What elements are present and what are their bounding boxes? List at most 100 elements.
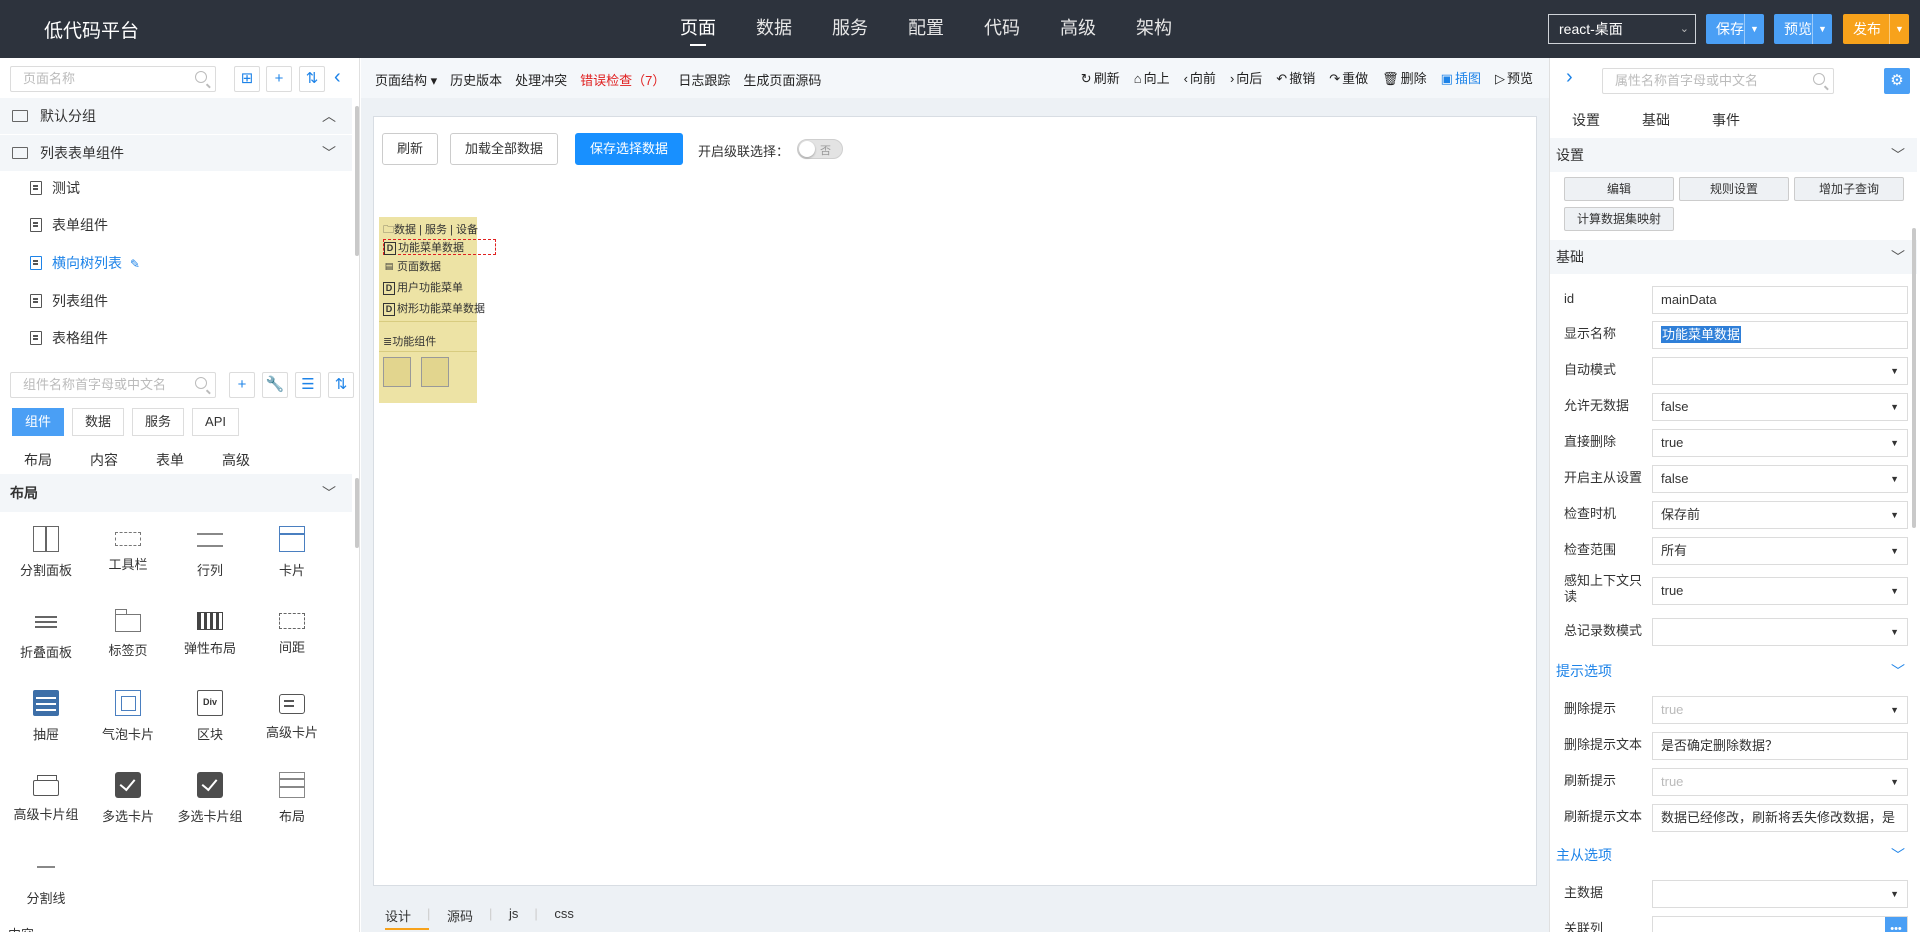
collapse-right-icon[interactable]: ›	[1566, 66, 1573, 89]
add-component-button[interactable]: +	[229, 372, 255, 398]
data-item-page-data[interactable]: ▤ 页面数据	[383, 259, 441, 275]
property-search-input[interactable]: 属性名称首字母或中文名	[1602, 68, 1834, 94]
component-toolbar[interactable]: 工具栏	[87, 526, 169, 573]
history-version-button[interactable]: 历史版本	[450, 70, 502, 89]
resolve-conflict-button[interactable]: 处理冲突	[515, 70, 567, 89]
prop-master-data-select[interactable]: ▼	[1652, 880, 1908, 908]
generate-source-button[interactable]: 生成页面源码	[743, 70, 821, 89]
group-list-form[interactable]: 列表表单组件 ﹀	[0, 135, 352, 171]
prop-auto-mode-select[interactable]: ▼	[1652, 357, 1908, 385]
delete-tool[interactable]: 🗑 删除	[1382, 68, 1427, 87]
tab-components[interactable]: 组件	[12, 408, 65, 436]
page-tree-scrollbar[interactable]	[355, 106, 359, 256]
tab-events[interactable]: 事件	[1712, 110, 1740, 130]
list-order-button[interactable]: ☰	[295, 372, 321, 398]
nav-item-advanced[interactable]: 高级	[1040, 0, 1116, 58]
subtab-form[interactable]: 表单	[156, 450, 222, 470]
component-tabs[interactable]: 标签页	[87, 608, 169, 659]
prop-id-input[interactable]: mainData	[1652, 286, 1908, 314]
collapse-left-icon[interactable]: ‹	[334, 66, 341, 89]
backward-tool[interactable]: › 向后	[1230, 68, 1262, 87]
load-all-data-button[interactable]: 加载全部数据	[450, 133, 559, 165]
component-collapse-panel[interactable]: 折叠面板	[5, 608, 87, 661]
component-popover-card[interactable]: 气泡卡片	[87, 690, 169, 743]
tab-data[interactable]: 数据	[72, 408, 125, 436]
nav-item-config[interactable]: 配置	[888, 0, 964, 58]
page-item-horizontal-tree[interactable]: 横向树列表 ✎	[30, 251, 140, 275]
tab-settings[interactable]: 设置	[1572, 110, 1600, 130]
save-selected-data-button[interactable]: 保存选择数据	[575, 133, 684, 165]
tab-api[interactable]: API	[192, 408, 240, 436]
component-checkbox-card-group[interactable]: 多选卡片组	[169, 772, 251, 825]
rule-settings-button[interactable]: 规则设置	[1679, 177, 1789, 201]
component-block[interactable]: Div 区块	[169, 690, 251, 743]
add-subquery-button[interactable]: 增加子查询	[1794, 177, 1904, 201]
component-split-panel[interactable]: 分割面板	[5, 526, 87, 579]
search-component-icon[interactable]	[383, 357, 411, 387]
component-spacing[interactable]: 间距	[251, 608, 333, 656]
nav-item-service[interactable]: 服务	[812, 0, 888, 58]
data-item-function-menu[interactable]: D 功能菜单数据	[383, 239, 496, 255]
caret-down-icon[interactable]: ▼	[1812, 14, 1832, 44]
wrench-button[interactable]: 🔧	[262, 372, 288, 398]
save-button[interactable]: 保存 ▼	[1706, 14, 1764, 44]
preview-tool[interactable]: ▷ 预览	[1495, 68, 1533, 87]
component-advanced-card-group[interactable]: 高级卡片组	[5, 772, 87, 823]
prop-allow-empty-select[interactable]: false ▼	[1652, 393, 1908, 421]
settings-gear-button[interactable]: ⚙	[1884, 68, 1910, 94]
add-page-button[interactable]: +	[266, 66, 292, 92]
nav-item-architecture[interactable]: 架构	[1116, 0, 1192, 58]
insert-image-tool[interactable]: ▣ 插图	[1441, 68, 1481, 87]
section-content-header[interactable]: 内容	[8, 924, 34, 932]
prop-check-timing-select[interactable]: 保存前 ▼	[1652, 501, 1908, 529]
preview-button[interactable]: 预览 ▼	[1774, 14, 1832, 44]
compute-dataset-mapping-button[interactable]: 计算数据集映射	[1564, 207, 1674, 231]
prop-context-readonly-select[interactable]: true ▼	[1652, 577, 1908, 605]
sort-components-button[interactable]: ⇅	[328, 372, 354, 398]
subtab-advanced[interactable]: 高级	[222, 450, 288, 470]
tab-basic[interactable]: 基础	[1642, 110, 1670, 130]
tab-source[interactable]: 源码	[427, 906, 491, 930]
nav-item-code[interactable]: 代码	[964, 0, 1040, 58]
component-flex-layout[interactable]: 弹性布局	[169, 608, 251, 657]
page-search-input[interactable]: 页面名称	[10, 66, 216, 92]
component-advanced-card[interactable]: 高级卡片	[251, 690, 333, 741]
prop-direct-delete-select[interactable]: true ▼	[1652, 429, 1908, 457]
component-divider[interactable]: 分割线	[5, 854, 87, 907]
tab-design[interactable]: 设计	[385, 906, 430, 930]
prop-master-detail-select[interactable]: false ▼	[1652, 465, 1908, 493]
component-drawer[interactable]: 抽屉	[5, 690, 87, 743]
prop-delete-hint-select[interactable]: true ▼	[1652, 696, 1908, 724]
component-row-col[interactable]: 行列	[169, 526, 251, 579]
master-section-header[interactable]: 主从选项 ﹀	[1550, 838, 1917, 872]
add-folder-button[interactable]: ⊞	[234, 66, 260, 92]
page-structure-menu[interactable]: 页面结构 ▾	[375, 70, 437, 89]
ellipsis-icon[interactable]: •••	[1885, 917, 1907, 932]
subtab-layout[interactable]: 布局	[24, 450, 90, 470]
edit-pencil-icon[interactable]: ✎	[130, 257, 140, 271]
page-item-table-component[interactable]: 表格组件	[30, 326, 108, 350]
up-tool[interactable]: ⌂ 向上	[1134, 68, 1170, 87]
nav-item-data[interactable]: 数据	[736, 0, 812, 58]
publish-button[interactable]: 发布 ▼	[1843, 14, 1909, 44]
sort-pages-button[interactable]: ⇅	[299, 66, 325, 92]
image-component-icon[interactable]	[421, 357, 449, 387]
prop-delete-hint-text-input[interactable]: 是否确定删除数据？	[1652, 732, 1908, 760]
page-item-test[interactable]: 测试	[30, 176, 80, 200]
cascade-select-toggle[interactable]: 否	[797, 139, 843, 159]
tab-css[interactable]: css	[535, 906, 592, 930]
design-canvas[interactable]: 刷新 加载全部数据 保存选择数据 开启级联选择： 否 🗀数据 | 服务 | 设备…	[373, 116, 1537, 886]
component-layout[interactable]: 布局	[251, 772, 333, 825]
edit-button[interactable]: 编辑	[1564, 177, 1674, 201]
canvas-refresh-button[interactable]: 刷新	[382, 133, 439, 165]
refresh-tool[interactable]: ↻ 刷新	[1081, 68, 1120, 87]
redo-tool[interactable]: ↷ 重做	[1329, 68, 1368, 87]
group-default[interactable]: 默认分组 ︿	[0, 98, 352, 134]
error-check-button[interactable]: 错误检查（7）	[580, 70, 665, 89]
prop-refresh-hint-text-input[interactable]: 数据已经修改，刷新将丢失修改数据，是	[1652, 804, 1908, 832]
basic-section-header[interactable]: 基础 ﹀	[1550, 240, 1917, 274]
properties-scrollbar[interactable]	[1912, 228, 1916, 528]
tab-services[interactable]: 服务	[132, 408, 185, 436]
caret-down-icon[interactable]: ▼	[1889, 14, 1909, 44]
section-layout-header[interactable]: 布局 ﹀	[0, 474, 352, 512]
